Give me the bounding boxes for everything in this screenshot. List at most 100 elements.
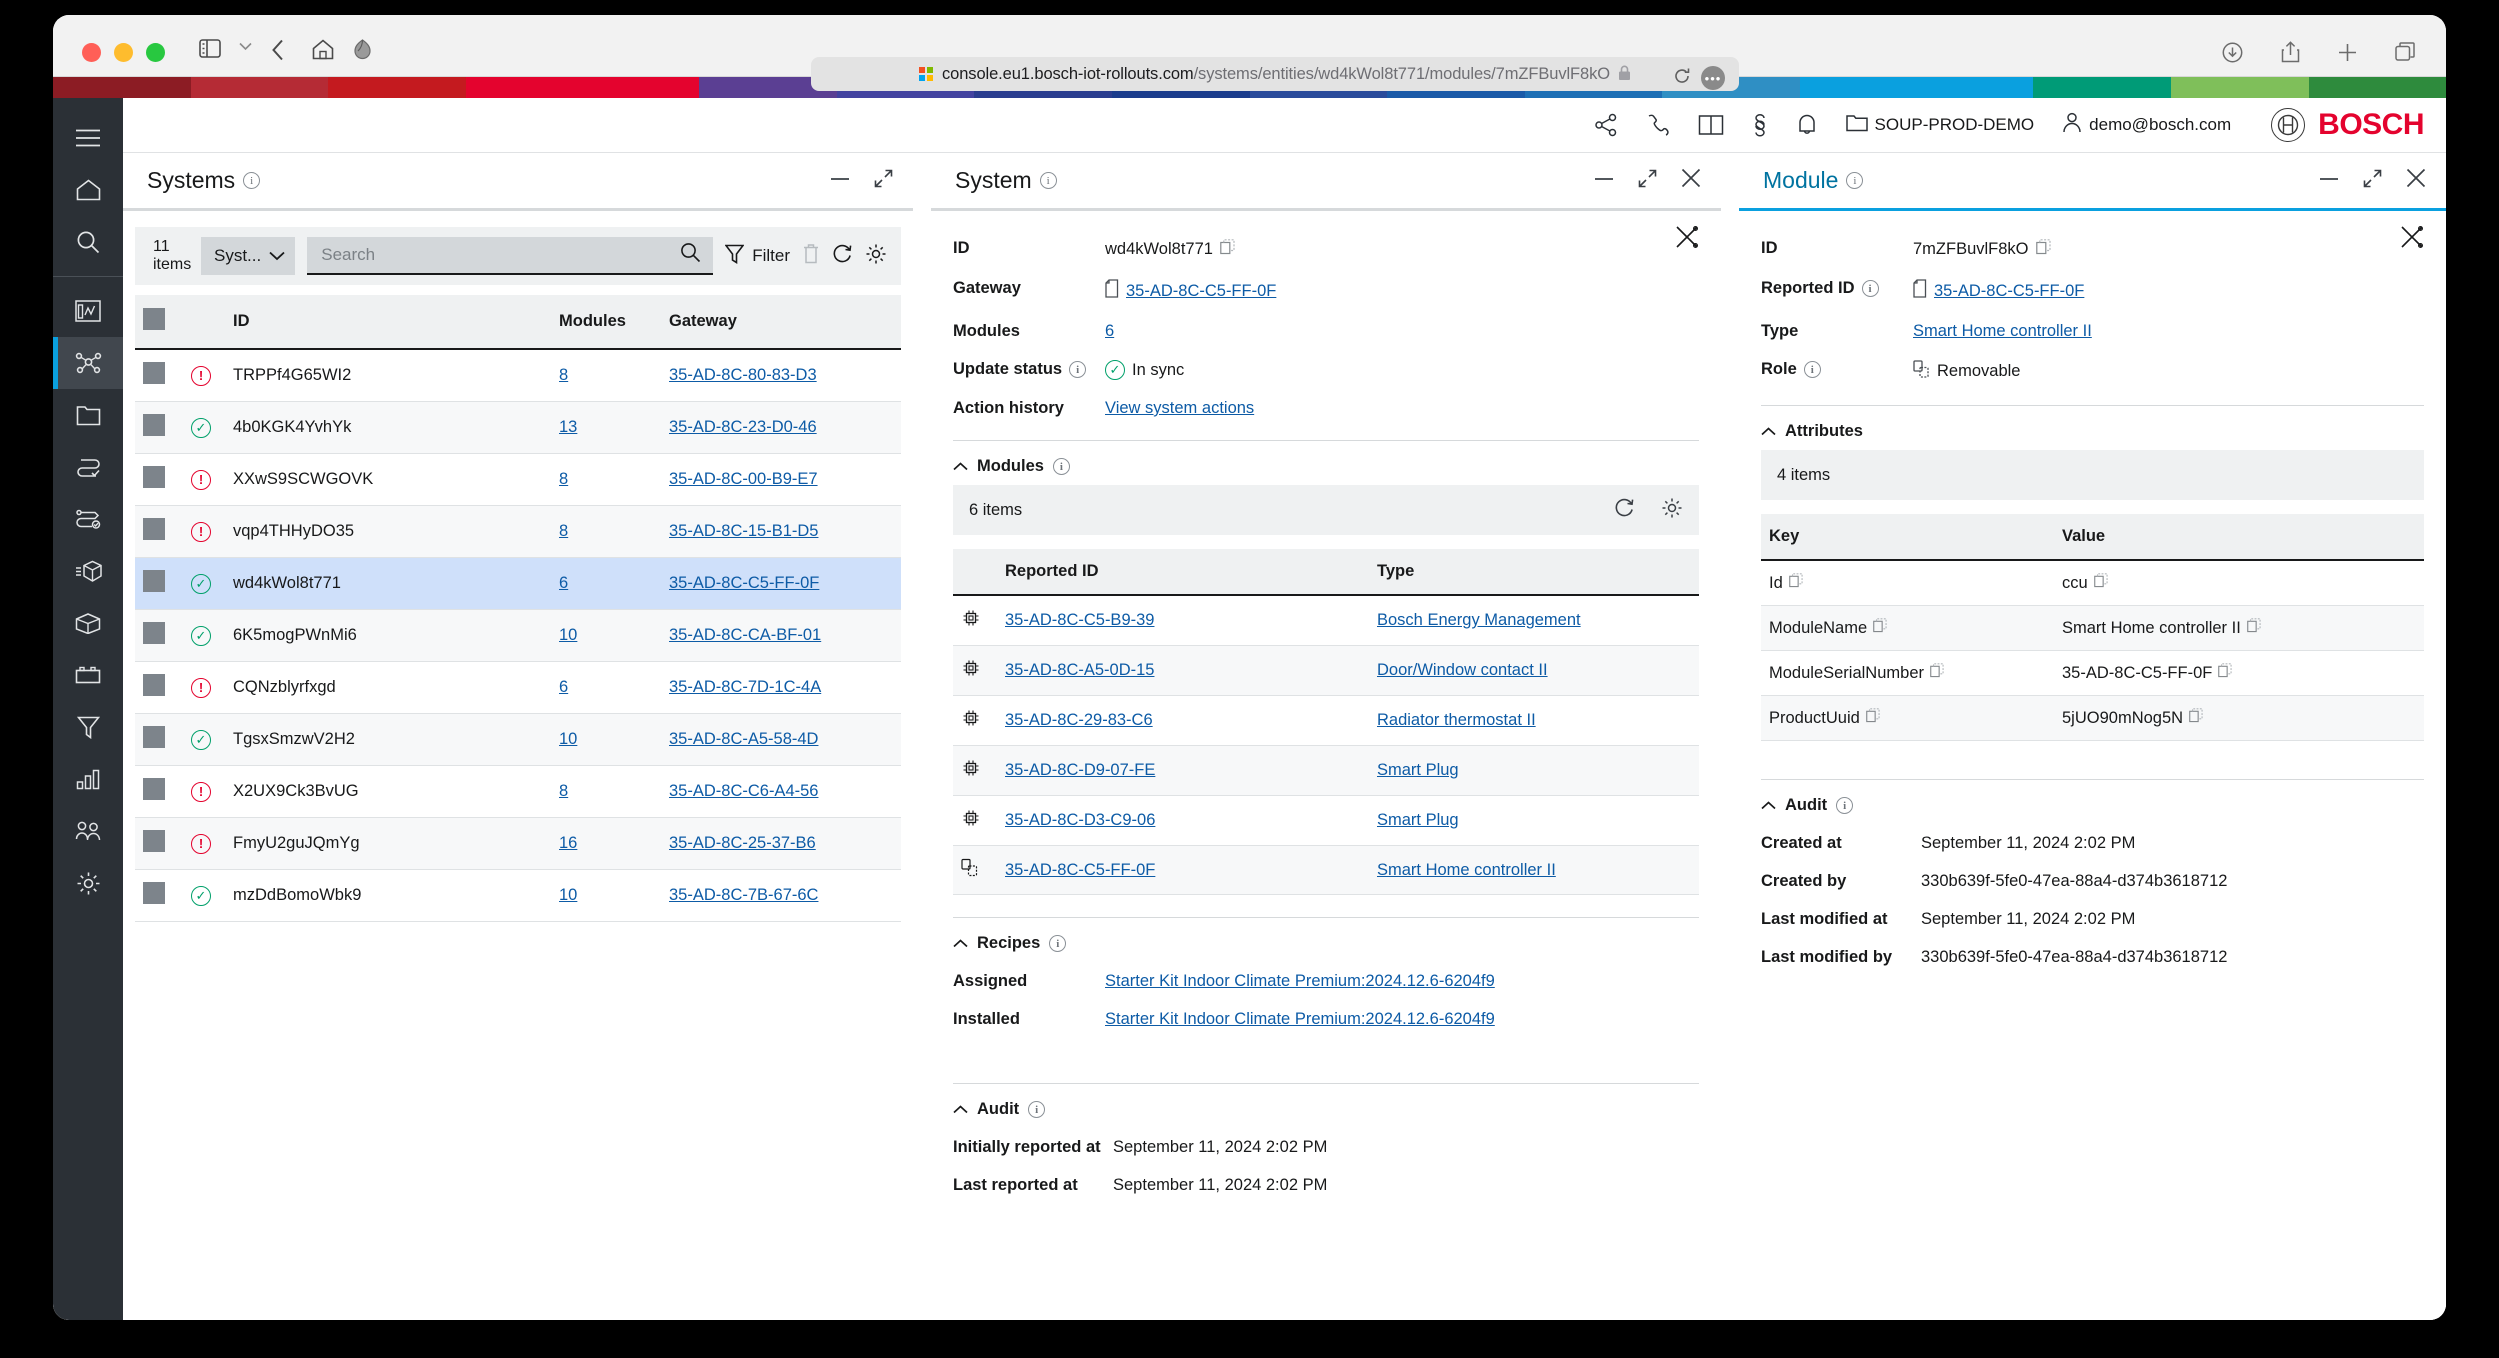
- module-reported-id-link[interactable]: 35-AD-8C-A5-0D-15: [1005, 661, 1154, 679]
- module-audit-section-header[interactable]: Audit i: [1761, 780, 2424, 815]
- gateway-link[interactable]: 35-AD-8C-CA-BF-01: [669, 626, 821, 644]
- table-row[interactable]: ✓ 6K5mogPWnMi6 10 35-AD-8C-CA-BF-01: [135, 609, 901, 662]
- systems-toolbar[interactable]: 11 items Syst... Search Filter: [135, 227, 901, 285]
- info-icon[interactable]: i: [1846, 172, 1864, 189]
- info-icon[interactable]: i: [1039, 172, 1057, 189]
- system-panel-actions[interactable]: [1594, 168, 1701, 193]
- table-row[interactable]: 35-AD-8C-29-83-C6 Radiator thermostat II: [953, 695, 1699, 746]
- filter-button[interactable]: Filter: [724, 244, 790, 269]
- battery-icon[interactable]: [53, 649, 123, 701]
- modules-link[interactable]: 10: [559, 626, 577, 644]
- copy-icon[interactable]: [2218, 663, 2232, 683]
- modules-link[interactable]: 16: [559, 834, 577, 852]
- info-icon[interactable]: i: [1836, 797, 1854, 814]
- module-type-link[interactable]: Door/Window contact II: [1377, 661, 1548, 679]
- search-input[interactable]: [321, 245, 681, 265]
- recipes-section-header[interactable]: Recipes i: [953, 918, 1699, 953]
- menu-icon[interactable]: [53, 112, 123, 164]
- column-header-gateway[interactable]: Gateway: [661, 295, 901, 350]
- expand-icon[interactable]: [874, 169, 893, 193]
- column-header-value[interactable]: Value: [2054, 514, 2424, 561]
- attributes-section-header[interactable]: Attributes: [1761, 406, 2424, 441]
- copy-icon[interactable]: [1220, 239, 1235, 260]
- minimize-window-button[interactable]: [114, 43, 133, 62]
- select-all-checkbox[interactable]: [143, 308, 165, 330]
- box-icon[interactable]: [53, 597, 123, 649]
- reload-icon[interactable]: [1673, 67, 1691, 90]
- book-icon[interactable]: [1698, 114, 1724, 136]
- info-icon[interactable]: i: [1052, 458, 1070, 475]
- module-type-link[interactable]: Smart Home controller II: [1913, 322, 2092, 341]
- table-row[interactable]: 35-AD-8C-A5-0D-15 Door/Window contact II: [953, 645, 1699, 696]
- row-checkbox-cell[interactable]: [135, 349, 183, 402]
- legal-icon[interactable]: [1752, 113, 1768, 137]
- users-icon[interactable]: [53, 805, 123, 857]
- row-checkbox-cell[interactable]: [135, 557, 183, 610]
- module-type-link[interactable]: Bosch Energy Management: [1377, 611, 1581, 629]
- new-tab-icon[interactable]: [2338, 43, 2357, 67]
- select-all-header[interactable]: [135, 295, 183, 350]
- close-icon[interactable]: [2406, 168, 2426, 193]
- bell-icon[interactable]: [1796, 113, 1818, 137]
- systems-panel-actions[interactable]: [830, 169, 893, 193]
- row-checkbox-cell[interactable]: [135, 661, 183, 714]
- table-row[interactable]: ✓ TgsxSmzwV2H2 10 35-AD-8C-A5-58-4D: [135, 713, 901, 766]
- info-icon[interactable]: i: [243, 172, 261, 189]
- table-row[interactable]: ! X2UX9Ck3BvUG 8 35-AD-8C-C6-A4-56: [135, 765, 901, 818]
- copy-icon[interactable]: [2246, 618, 2261, 638]
- expand-icon[interactable]: [1638, 169, 1657, 193]
- row-checkbox[interactable]: [143, 362, 165, 384]
- chart-icon[interactable]: [53, 753, 123, 805]
- gateway-link[interactable]: 35-AD-8C-25-37-B6: [669, 834, 816, 852]
- home-icon[interactable]: [53, 164, 123, 216]
- module-reported-id-link[interactable]: 35-AD-8C-D3-C9-06: [1005, 811, 1155, 829]
- table-row[interactable]: ! FmyU2guJQmYg 16 35-AD-8C-25-37-B6: [135, 817, 901, 870]
- module-type-link[interactable]: Smart Plug: [1377, 761, 1459, 779]
- minimize-icon[interactable]: [2319, 172, 2339, 190]
- close-window-button[interactable]: [82, 43, 101, 62]
- row-checkbox-cell[interactable]: [135, 505, 183, 558]
- address-bar[interactable]: console.eu1.bosch-iot-rollouts.com/syste…: [811, 57, 1739, 91]
- packages-icon[interactable]: [53, 545, 123, 597]
- gateway-link[interactable]: 35-AD-8C-15-B1-D5: [669, 522, 818, 540]
- modules-count-link[interactable]: 6: [1105, 322, 1114, 341]
- dashboard-icon[interactable]: [53, 285, 123, 337]
- chevron-down-icon[interactable]: [239, 42, 252, 51]
- table-row[interactable]: ✓ 4b0KGK4YvhYk 13 35-AD-8C-23-D0-46: [135, 401, 901, 454]
- row-checkbox[interactable]: [143, 414, 165, 436]
- row-checkbox[interactable]: [143, 570, 165, 592]
- row-checkbox-cell[interactable]: [135, 869, 183, 922]
- sidebar-item-systems[interactable]: [53, 337, 123, 389]
- refresh-icon[interactable]: [1614, 497, 1635, 524]
- info-icon[interactable]: i: [1049, 935, 1067, 952]
- row-checkbox[interactable]: [143, 726, 165, 748]
- filter-icon[interactable]: [53, 701, 123, 753]
- search-icon[interactable]: [680, 242, 701, 268]
- modules-link[interactable]: 13: [559, 418, 577, 436]
- table-row[interactable]: 35-AD-8C-C5-FF-0F Smart Home controller I…: [953, 845, 1699, 895]
- table-row[interactable]: ! vqp4THHyDO35 8 35-AD-8C-15-B1-D5: [135, 505, 901, 558]
- more-menu-icon[interactable]: •••: [1701, 66, 1725, 90]
- tab-overview-icon[interactable]: [2395, 42, 2416, 67]
- table-row[interactable]: 35-AD-8C-D3-C9-06 Smart Plug: [953, 795, 1699, 846]
- modules-link[interactable]: 8: [559, 782, 568, 800]
- settings-button[interactable]: [865, 243, 887, 270]
- maximize-window-button[interactable]: [146, 43, 165, 62]
- minimize-icon[interactable]: [830, 172, 850, 190]
- share-icon[interactable]: [2281, 41, 2300, 68]
- system-audit-section-header[interactable]: Audit i: [953, 1084, 1699, 1119]
- row-checkbox[interactable]: [143, 674, 165, 696]
- view-system-actions-link[interactable]: View system actions: [1105, 399, 1254, 418]
- copy-icon[interactable]: [1788, 573, 1803, 593]
- table-row[interactable]: ! CQNzblyrfxgd 6 35-AD-8C-7D-1C-4A: [135, 661, 901, 714]
- minimize-icon[interactable]: [1594, 172, 1614, 190]
- column-header-key[interactable]: Key: [1761, 514, 2054, 561]
- gateway-link[interactable]: 35-AD-8C-C5-FF-0F: [1126, 282, 1276, 301]
- row-checkbox[interactable]: [143, 882, 165, 904]
- row-checkbox-cell[interactable]: [135, 817, 183, 870]
- entity-type-select[interactable]: Syst...: [201, 237, 296, 275]
- table-row[interactable]: ModuleSerialNumber 35-AD-8C-C5-FF-0F: [1761, 650, 2424, 696]
- copy-icon[interactable]: [2093, 573, 2108, 593]
- info-icon[interactable]: i: [1861, 280, 1879, 297]
- row-checkbox-cell[interactable]: [135, 765, 183, 818]
